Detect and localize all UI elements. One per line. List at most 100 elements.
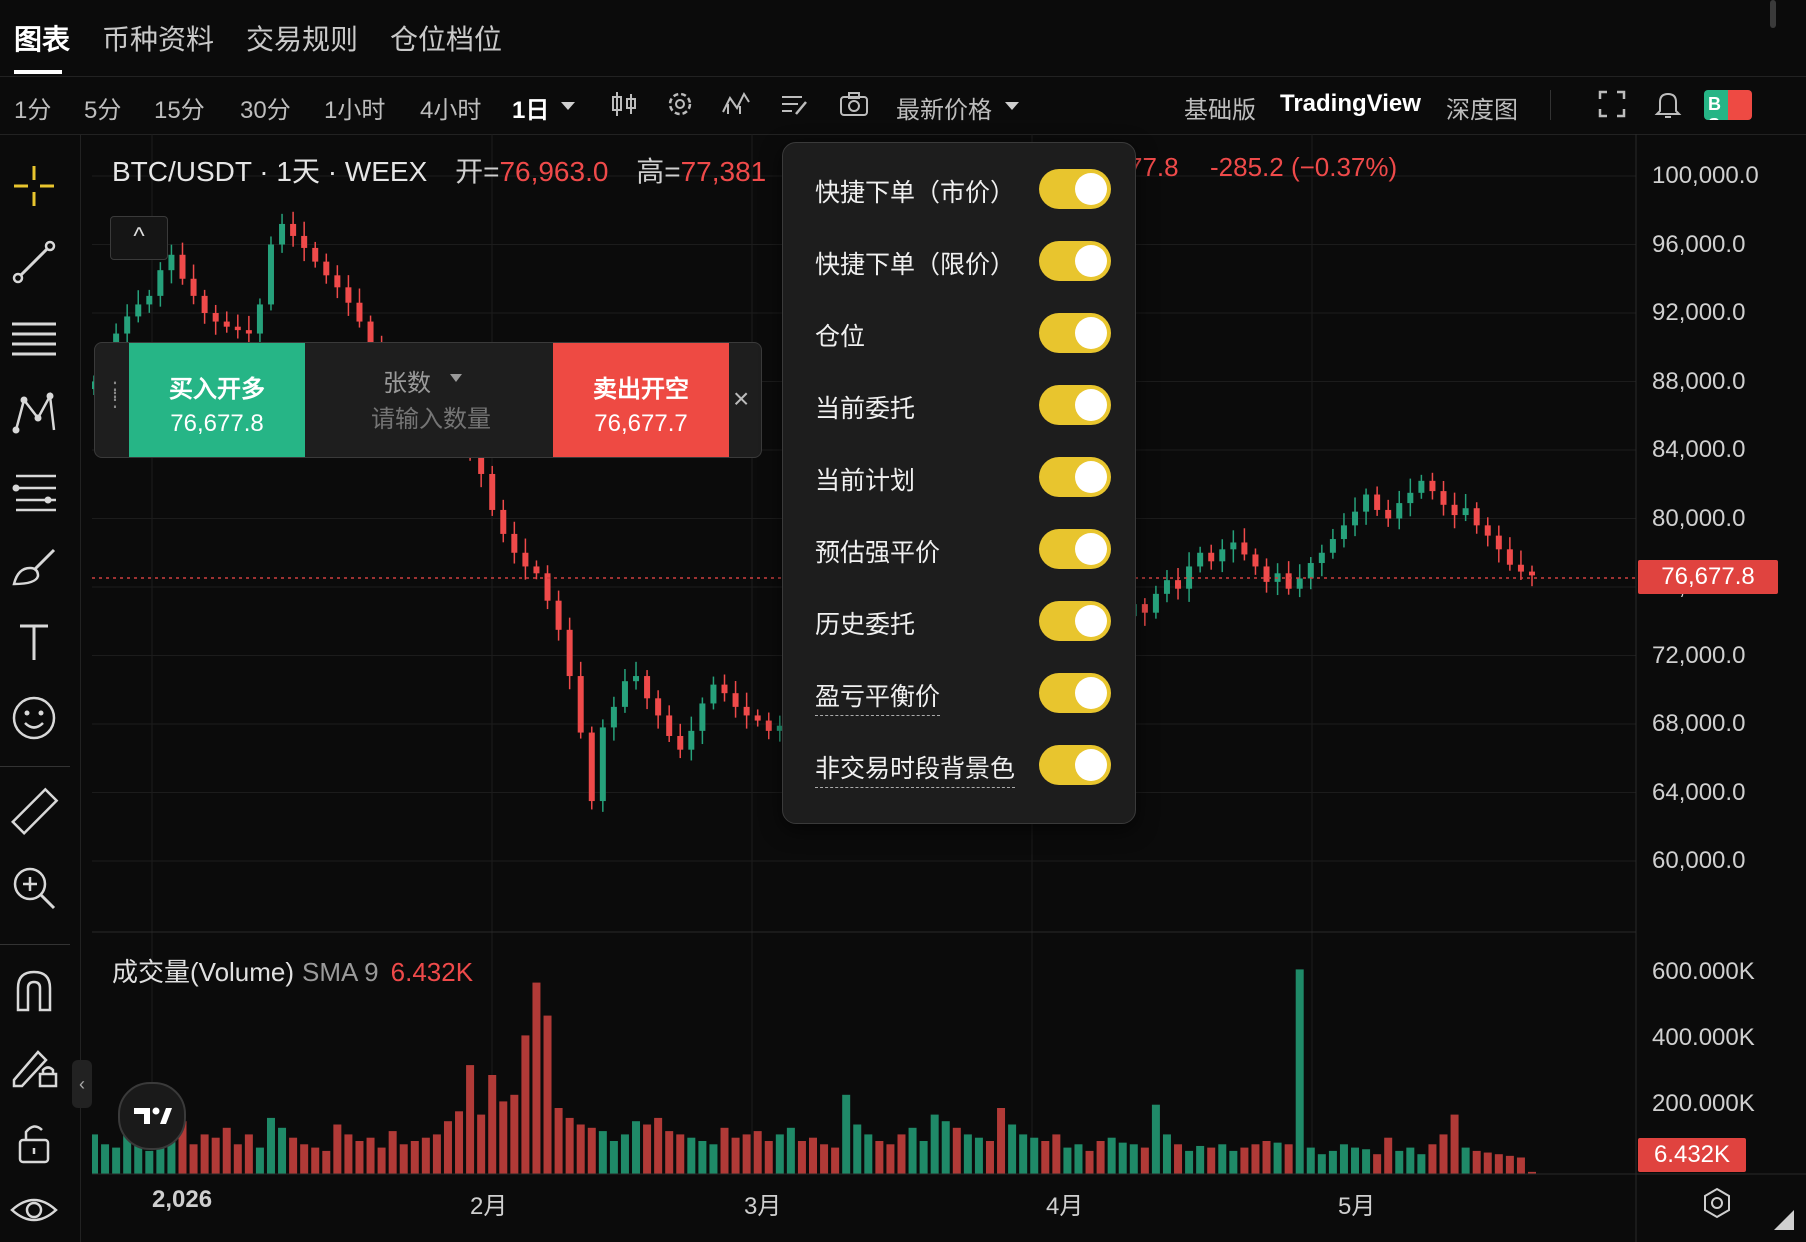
volume-bar xyxy=(1461,1147,1470,1174)
ruler-icon[interactable] xyxy=(8,786,60,838)
settings-row[interactable]: 当前委托 xyxy=(783,369,1135,441)
toggle-switch[interactable] xyxy=(1039,673,1111,713)
last-volume-tag: 6.432K xyxy=(1638,1138,1746,1172)
candle-body xyxy=(345,287,352,303)
interval-4h[interactable]: 4小时 xyxy=(420,90,481,125)
toggle-switch[interactable] xyxy=(1039,241,1111,281)
toggle-knob xyxy=(1075,605,1107,637)
tab-position-tiers[interactable]: 仓位档位 xyxy=(390,18,502,58)
eye-icon[interactable] xyxy=(8,1184,60,1236)
volume-bar xyxy=(1339,1144,1348,1174)
settings-row[interactable]: 快捷下单（市价） xyxy=(783,153,1135,225)
view-depth[interactable]: 深度图 xyxy=(1446,90,1518,125)
settings-row[interactable]: 当前计划 xyxy=(783,441,1135,513)
price-type-select[interactable]: 最新价格 xyxy=(896,90,992,125)
price-axis-label: 64,000.0 xyxy=(1652,778,1746,806)
text-icon[interactable] xyxy=(8,616,60,668)
resize-handle-icon[interactable] xyxy=(1770,1206,1796,1232)
interval-15m[interactable]: 15分 xyxy=(154,90,205,125)
interval-1d[interactable]: 1日 xyxy=(512,90,549,125)
interval-5m[interactable]: 5分 xyxy=(84,90,121,125)
candle-body xyxy=(279,223,286,245)
drag-handle-icon[interactable]: ⋮ ⋮ xyxy=(105,380,125,410)
brush-icon[interactable] xyxy=(8,540,60,592)
tab-chart[interactable]: 图表 xyxy=(14,18,70,58)
tradingview-logo-icon[interactable] xyxy=(118,1082,186,1150)
indicator-icon[interactable] xyxy=(720,88,752,120)
volume-bar xyxy=(266,1117,275,1174)
settings-row[interactable]: 盈亏平衡价 xyxy=(783,657,1135,729)
tab-trading-rules[interactable]: 交易规则 xyxy=(246,18,358,58)
legend-collapse-button[interactable]: ^ xyxy=(110,216,168,260)
toggle-switch[interactable] xyxy=(1039,457,1111,497)
volume-bar xyxy=(775,1134,784,1174)
price-axis-label: 72,000.0 xyxy=(1652,641,1746,669)
unlock-icon[interactable] xyxy=(8,1116,60,1168)
quantity-unit-select[interactable]: 张数 xyxy=(383,363,431,398)
camera-icon[interactable] xyxy=(838,88,870,120)
volume-bar xyxy=(278,1127,287,1174)
toggle-switch[interactable] xyxy=(1039,745,1111,785)
gear-icon[interactable] xyxy=(664,88,696,120)
sell-short-button[interactable]: 卖出开空 76,677.7 xyxy=(553,343,729,457)
toggle-switch[interactable] xyxy=(1039,601,1111,641)
horizontal-lines-icon[interactable] xyxy=(8,312,60,364)
toggle-switch[interactable] xyxy=(1039,313,1111,353)
volume-bar xyxy=(974,1137,983,1174)
scrollbar-thumb[interactable] xyxy=(1770,0,1776,28)
bs-badge-label: B S xyxy=(1708,94,1727,120)
candle-body xyxy=(1163,580,1170,594)
candle-body xyxy=(1473,508,1480,526)
pattern-icon[interactable] xyxy=(8,388,60,440)
settings-row[interactable]: 非交易时段背景色 xyxy=(783,729,1135,801)
buy-long-button[interactable]: 买入开多 76,677.8 xyxy=(129,343,305,457)
interval-30m[interactable]: 30分 xyxy=(240,90,291,125)
volume-bar xyxy=(720,1127,729,1174)
settings-row[interactable]: 历史委托 xyxy=(783,585,1135,657)
tab-coin-info[interactable]: 币种资料 xyxy=(102,18,214,58)
view-basic[interactable]: 基础版 xyxy=(1184,90,1256,125)
toggle-switch[interactable] xyxy=(1039,169,1111,209)
magnet-icon[interactable] xyxy=(8,964,60,1016)
settings-row[interactable]: 快捷下单（限价） xyxy=(783,225,1135,297)
settings-row[interactable]: 仓位 xyxy=(783,297,1135,369)
volume-bar xyxy=(1395,1150,1404,1174)
volume-bar xyxy=(333,1124,342,1174)
lock-draw-icon[interactable] xyxy=(8,1040,60,1092)
quantity-input[interactable] xyxy=(369,405,543,435)
fib-icon[interactable] xyxy=(8,464,60,516)
crosshair-icon[interactable] xyxy=(8,160,60,212)
interval-1m[interactable]: 1分 xyxy=(14,90,51,125)
unit-dropdown-caret-icon[interactable] xyxy=(450,374,462,382)
price-axis-label: 100,000.0 xyxy=(1652,162,1759,189)
fullscreen-icon[interactable] xyxy=(1596,88,1628,120)
price-axis-label: 80,000.0 xyxy=(1652,504,1746,532)
zoom-in-icon[interactable] xyxy=(8,862,60,914)
volume-bar xyxy=(1483,1152,1492,1174)
price-type-caret-icon[interactable] xyxy=(1004,100,1020,112)
close-icon[interactable]: × xyxy=(733,383,749,415)
volume-bar xyxy=(1207,1147,1216,1174)
bell-icon[interactable] xyxy=(1652,88,1684,120)
emoji-icon[interactable] xyxy=(8,692,60,744)
volume-bar xyxy=(1063,1147,1072,1174)
toggle-switch[interactable] xyxy=(1039,529,1111,569)
candle-body xyxy=(644,676,651,699)
panel-toggle-button[interactable]: ‹ xyxy=(72,1060,92,1108)
toggle-knob xyxy=(1075,245,1107,277)
interval-dropdown-caret-icon[interactable] xyxy=(560,100,576,112)
template-icon[interactable] xyxy=(778,88,810,120)
candle-body xyxy=(1440,491,1447,505)
volume-bar xyxy=(92,1134,98,1174)
candlestick-icon[interactable] xyxy=(608,88,640,120)
toggle-switch[interactable] xyxy=(1039,385,1111,425)
axis-settings-icon[interactable] xyxy=(1700,1186,1734,1220)
trend-line-icon[interactable] xyxy=(8,236,60,288)
view-tradingview[interactable]: TradingView xyxy=(1280,90,1421,118)
interval-1h[interactable]: 1小时 xyxy=(324,90,385,125)
settings-row[interactable]: 预估强平价 xyxy=(783,513,1135,585)
candle-body xyxy=(1219,549,1226,562)
bs-icon[interactable]: B S xyxy=(1704,90,1752,120)
open-value: 76,963.0 xyxy=(499,156,609,187)
toggle-knob xyxy=(1075,461,1107,493)
